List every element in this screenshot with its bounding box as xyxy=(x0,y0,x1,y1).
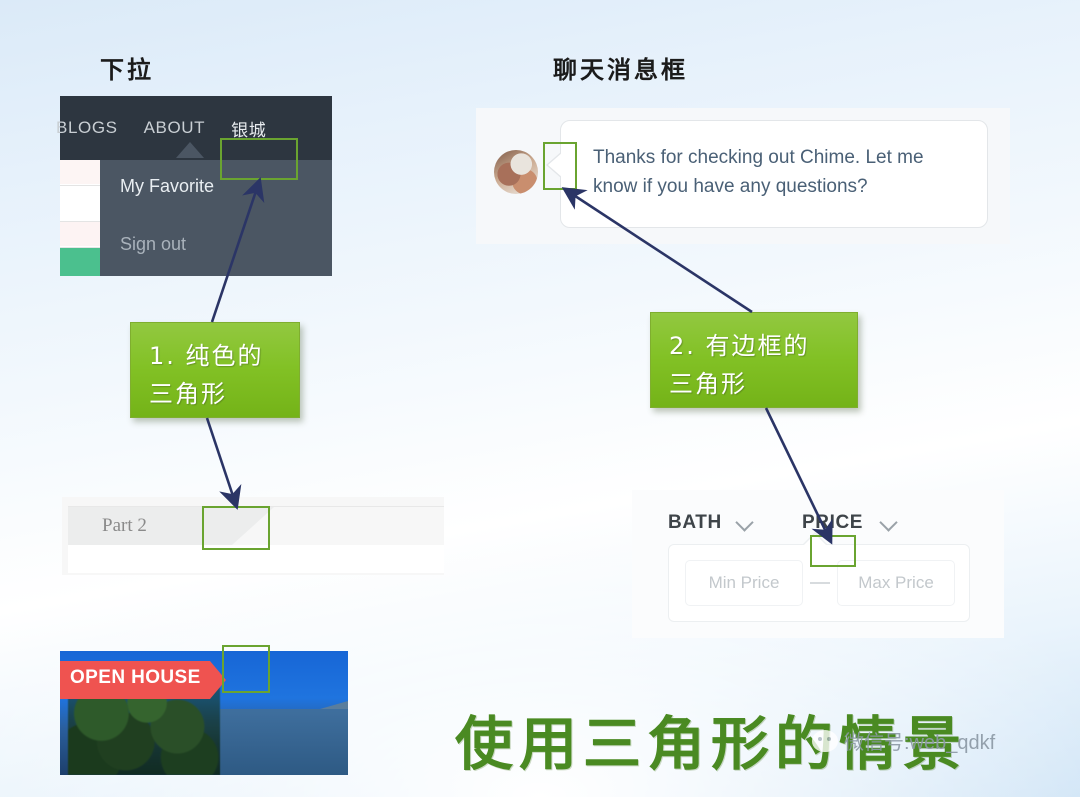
filter-label-price[interactable]: PRICE xyxy=(802,512,863,534)
photo-tree xyxy=(68,687,220,775)
nav-link-about[interactable]: ABOUT xyxy=(144,118,206,138)
strip-row-1 xyxy=(60,160,100,184)
chat-message-text: Thanks for checking out Chime. Let me kn… xyxy=(593,147,924,197)
caption-dropdown: 下拉 xyxy=(100,55,154,84)
highlight-box-price-caret xyxy=(810,535,856,567)
slide-canvas: 下拉 聊天消息框 BLOGS ABOUT 银城 My Favorite Sign… xyxy=(0,0,1080,797)
callout-2-line-2: 三角形 xyxy=(669,370,747,398)
dropdown-item-sign-out[interactable]: Sign out xyxy=(120,234,186,255)
strip-row-2 xyxy=(60,186,100,220)
open-house-photo-mock: OPEN HOUSE xyxy=(60,651,348,775)
highlight-box-bubble-tail xyxy=(543,142,577,190)
nav-link-account[interactable]: 银城 xyxy=(231,116,266,141)
tab-part-2-label: Part 2 xyxy=(102,515,147,536)
chat-bubble: Thanks for checking out Chime. Let me kn… xyxy=(560,120,988,228)
strip-row-accent xyxy=(60,248,100,276)
chevron-down-icon-bath[interactable] xyxy=(735,513,754,532)
open-house-ribbon-label: OPEN HOUSE xyxy=(70,667,201,688)
callout-1-line-1: 1. 纯色的 xyxy=(149,342,264,370)
price-range-separator xyxy=(810,582,830,584)
callout-outlined-triangle: 2. 有边框的 三角形 xyxy=(650,312,858,408)
nav-dropdown-mock: BLOGS ABOUT 银城 My Favorite Sign out xyxy=(56,96,332,276)
arrow-callout1-to-part2 xyxy=(205,417,242,510)
highlight-box-nav-caret xyxy=(220,138,298,180)
filter-label-bath[interactable]: BATH xyxy=(668,512,722,534)
watermark-text: 微信号:web_qdkf xyxy=(844,732,996,754)
watermark: 微信号:web_qdkf xyxy=(812,726,995,755)
min-price-input[interactable]: Min Price xyxy=(685,560,803,606)
page-content-strip xyxy=(60,160,100,276)
callout-solid-triangle: 1. 纯色的 三角形 xyxy=(130,322,300,418)
highlight-box-tab-diagonal xyxy=(202,506,270,550)
avatar xyxy=(494,150,538,194)
strip-row-3 xyxy=(60,222,100,246)
caption-chat-bubble: 聊天消息框 xyxy=(553,55,688,84)
wechat-logo-icon xyxy=(812,729,838,752)
dropdown-item-my-favorite[interactable]: My Favorite xyxy=(120,176,214,197)
chevron-down-icon-price[interactable] xyxy=(879,513,898,532)
photo-house xyxy=(220,709,348,775)
callout-2-line-1: 2. 有边框的 xyxy=(669,332,810,360)
caret-up-solid-icon xyxy=(176,142,204,158)
nav-link-blogs[interactable]: BLOGS xyxy=(56,118,118,138)
highlight-box-ribbon-notch xyxy=(222,645,270,693)
callout-1-line-2: 三角形 xyxy=(149,380,227,408)
